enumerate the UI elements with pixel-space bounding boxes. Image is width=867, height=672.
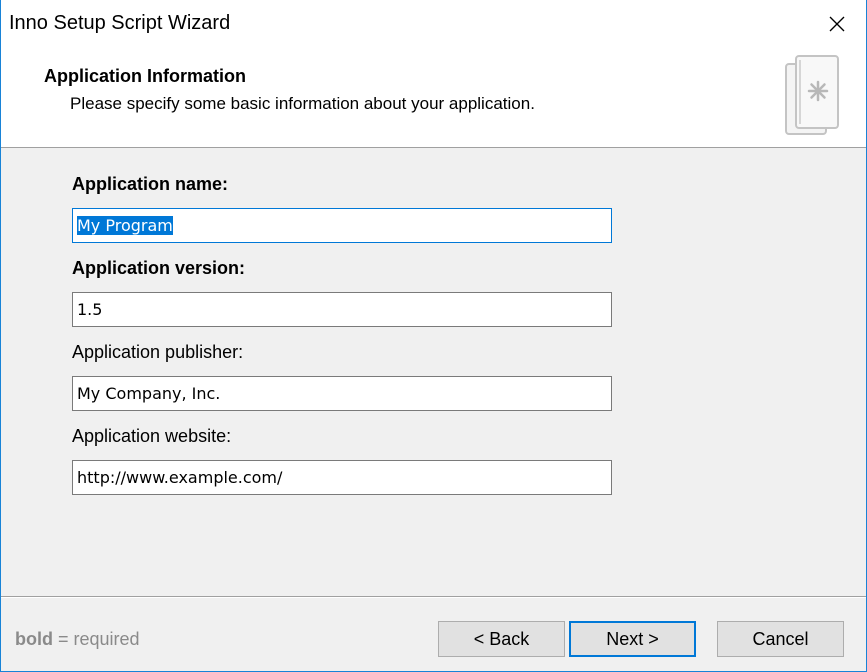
- close-icon: [829, 16, 845, 32]
- app-version-label: Application version:: [72, 258, 246, 278]
- required-legend-text: = required: [53, 629, 140, 649]
- wizard-footer: bold = required < Back Next > Cancel: [1, 596, 866, 672]
- close-button[interactable]: [808, 0, 866, 48]
- page-header: Application Information Please specify s…: [1, 48, 866, 148]
- required-legend: bold = required: [15, 629, 140, 650]
- form-area: Application name: My Program Application…: [1, 149, 866, 595]
- page-subtitle: Please specify some basic information ab…: [70, 94, 535, 113]
- app-name-input[interactable]: My Program: [72, 208, 612, 243]
- wizard-window: Inno Setup Script Wizard Application Inf…: [0, 0, 867, 672]
- app-website-input[interactable]: http://www.example.com/: [72, 460, 612, 495]
- cancel-button[interactable]: Cancel: [717, 621, 844, 657]
- app-version-input[interactable]: 1.5: [72, 292, 612, 327]
- app-publisher-input[interactable]: My Company, Inc.: [72, 376, 612, 411]
- required-legend-bold: bold: [15, 629, 53, 649]
- app-name-value: My Program: [77, 216, 173, 235]
- app-website-label: Application website:: [72, 426, 232, 446]
- app-publisher-label: Application publisher:: [72, 342, 244, 362]
- document-star-icon: [785, 55, 839, 135]
- window-title: Inno Setup Script Wizard: [9, 12, 231, 34]
- title-bar: Inno Setup Script Wizard: [1, 0, 866, 48]
- page-title: Application Information: [44, 66, 246, 86]
- app-name-label: Application name:: [72, 174, 229, 194]
- next-button[interactable]: Next >: [569, 621, 696, 657]
- back-button[interactable]: < Back: [438, 621, 565, 657]
